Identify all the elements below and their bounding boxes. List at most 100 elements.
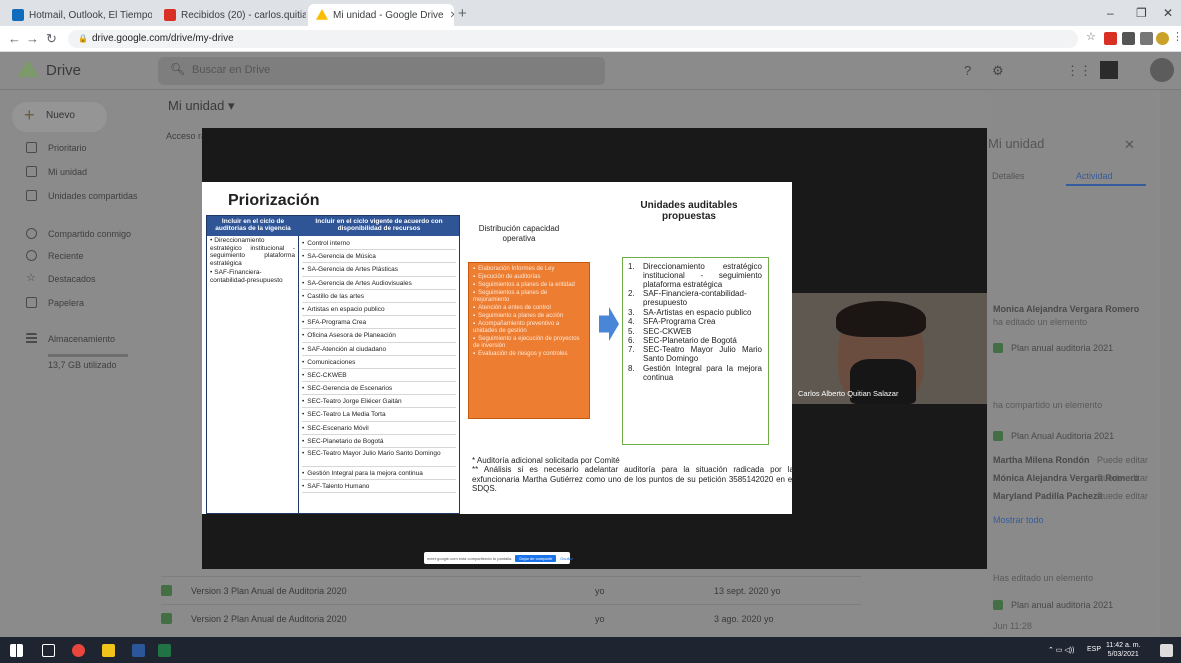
extension-icon[interactable]: [1122, 32, 1135, 45]
search-input[interactable]: 🔍︎ Buscar en Drive: [158, 57, 605, 85]
unit-text: SFA-Programa Crea: [643, 317, 716, 327]
clock-date: 5/03/2021: [1107, 651, 1139, 658]
url-text: drive.google.com/drive/my-drive: [91, 33, 234, 44]
sidebar-item-my-drive[interactable]: Mi unidad: [26, 166, 87, 177]
sidebar-item-shared-drives[interactable]: Unidades compartidas: [26, 190, 138, 201]
reading-list-icon[interactable]: [1140, 32, 1153, 45]
tab-gmail[interactable]: Recibidos (20) - carlos.quitian@ ✕: [156, 4, 306, 26]
show-all-link[interactable]: Mostrar todo: [993, 515, 1044, 525]
table-item: Castillo de las artes: [302, 290, 456, 303]
system-tray-icons[interactable]: ⌃ ▭ ◁)): [1048, 646, 1074, 654]
table-row[interactable]: Version 2 Plan Anual de Auditoria 2020 y…: [161, 604, 861, 632]
help-icon[interactable]: ?: [964, 63, 971, 78]
unit-number: 5.: [628, 326, 635, 336]
file-modified: 13 sept. 2020 yo: [714, 586, 781, 596]
sidebar-item-starred[interactable]: ☆ Destacados: [26, 273, 96, 284]
hide-button[interactable]: Ocultar: [560, 556, 573, 561]
language-indicator[interactable]: ESP: [1087, 646, 1101, 653]
tab-activity[interactable]: Actividad: [1076, 171, 1113, 181]
sidebar-item-priority[interactable]: Prioritario: [26, 142, 87, 153]
account-avatar[interactable]: [1150, 58, 1174, 82]
people-icon: [26, 228, 37, 239]
activity-action: ha editado un elemento: [993, 317, 1088, 327]
word-icon[interactable]: [132, 644, 145, 657]
storage-bar: [48, 354, 128, 357]
arrow-right-icon: [599, 307, 619, 341]
activity-file[interactable]: Plan Anual Auditoria 2021: [993, 431, 1114, 441]
menu-dots-icon[interactable]: ⋮: [1172, 30, 1181, 43]
table-item: Direccionamiento estratégico institucion…: [210, 237, 295, 267]
table-item: SA-Gerencia de Música: [302, 250, 456, 264]
drive-app-name: Drive: [46, 62, 82, 79]
sidebar-item-shared-with-me[interactable]: Compartido conmigo: [26, 228, 131, 239]
windows-start-icon[interactable]: [10, 644, 23, 657]
sheets-icon: [993, 431, 1003, 441]
star-icon[interactable]: ☆: [1086, 30, 1099, 43]
unit-text: Direccionamiento estratégico institucion…: [643, 262, 762, 289]
new-tab-button[interactable]: +: [458, 5, 467, 22]
unit-text: SAF-Financiera-contabilidad-presupuesto: [643, 289, 747, 308]
sidebar-item-recent[interactable]: Reciente: [26, 250, 84, 261]
tab-hotmail[interactable]: Hotmail, Outlook, El Tiempo, not ✕: [4, 4, 152, 26]
profile-avatar[interactable]: [1156, 32, 1169, 45]
sidebar-item-storage[interactable]: Almacenamiento: [26, 333, 115, 344]
lock-icon: 🔒: [78, 34, 88, 43]
forward-arrow-icon[interactable]: →: [26, 31, 39, 46]
check-icon: [26, 142, 37, 153]
unit-number: 8.: [628, 363, 635, 373]
maximize-button[interactable]: ❐: [1136, 6, 1147, 20]
trash-icon: [26, 297, 37, 308]
new-button-label: Nuevo: [46, 110, 75, 121]
tab-google-drive[interactable]: Mi unidad - Google Drive ✕: [308, 4, 454, 26]
participant-video[interactable]: Carlos Alberto Quitian Salazar: [792, 293, 987, 404]
unit-item: 6. SEC-Planetario de Bogotá: [628, 336, 762, 345]
close-icon[interactable]: ✕: [1124, 137, 1135, 153]
table-item: SEC-Teatro La Media Torta: [302, 408, 456, 422]
close-window-button[interactable]: ✕: [1163, 6, 1173, 20]
close-tab-icon[interactable]: ✕: [444, 10, 454, 21]
clock-icon: [26, 250, 37, 261]
table-column-current: Direccionamiento estratégico institucion…: [207, 236, 299, 513]
tab-title: Hotmail, Outlook, El Tiempo, not: [29, 9, 152, 21]
activity-file[interactable]: Plan anual auditoria 2021: [993, 600, 1113, 610]
meeting-overlay: Priorización Incluir en el ciclo de audi…: [202, 128, 987, 569]
table-row[interactable]: Version 3 Plan Anual de Auditoria 2020 y…: [161, 576, 861, 604]
notifications-icon[interactable]: [1160, 644, 1173, 657]
activity-file-name: Plan Anual Auditoria 2021: [1011, 431, 1115, 441]
unit-item: 4. SFA-Programa Crea: [628, 317, 762, 326]
sidebar-label: Destacados: [48, 273, 96, 284]
file-explorer-icon[interactable]: [102, 644, 115, 657]
table-item: Oficina Asesora de Planeación: [302, 329, 456, 343]
unit-text: SEC-CKWEB: [643, 326, 692, 336]
page-title[interactable]: Mi unidad ▾: [168, 98, 235, 114]
gear-icon[interactable]: ⚙: [992, 63, 1004, 79]
tab-details[interactable]: Detalles: [992, 171, 1025, 181]
sidebar-item-trash[interactable]: Papelera: [26, 297, 84, 308]
units-box: 1. Direccionamiento estratégico instituci…: [622, 257, 769, 445]
table-item: SAF-Atención al ciudadano: [302, 343, 456, 356]
stop-sharing-button[interactable]: Dejar de compartir: [515, 554, 557, 562]
new-button[interactable]: + Nuevo: [12, 102, 107, 132]
reload-icon[interactable]: ↻: [46, 31, 57, 47]
note-2: ** Análisis si es necesario adelantar au…: [472, 465, 794, 493]
sidebar-label: Unidades compartidas: [48, 190, 138, 201]
chrome-icon[interactable]: [72, 644, 85, 657]
unit-item: 5. SEC-CKWEB: [628, 327, 762, 336]
distribution-item: Seguimiento a planes de acción: [473, 313, 585, 320]
extension-icon[interactable]: [1104, 32, 1117, 45]
back-arrow-icon[interactable]: ←: [8, 31, 21, 46]
tab-title: Recibidos (20) - carlos.quitian@: [181, 9, 306, 21]
url-field[interactable]: 🔒 drive.google.com/drive/my-drive: [68, 30, 1078, 48]
task-view-icon[interactable]: [42, 644, 55, 657]
unit-text: SEC-Teatro Mayor Julio Mario Santo Domin…: [643, 345, 762, 364]
clock[interactable]: 11:42 a. m. 5/03/2021: [1106, 641, 1141, 659]
excel-icon[interactable]: [158, 644, 171, 657]
activity-role: Puede editar: [1097, 491, 1149, 501]
minimize-button[interactable]: –: [1107, 6, 1114, 20]
table-item: SEC-Teatro Mayor Julio Mario Santo Domin…: [302, 448, 456, 467]
distribution-item: Acompañamiento preventivo a unidades de …: [473, 321, 585, 335]
activity-file[interactable]: Plan anual auditoria 2021: [993, 343, 1113, 353]
apps-grid-icon[interactable]: ⋮⋮: [1066, 63, 1092, 79]
distribution-item: Elaboración Informes de Ley: [473, 266, 585, 273]
sidebar-label: Papelera: [48, 297, 85, 308]
